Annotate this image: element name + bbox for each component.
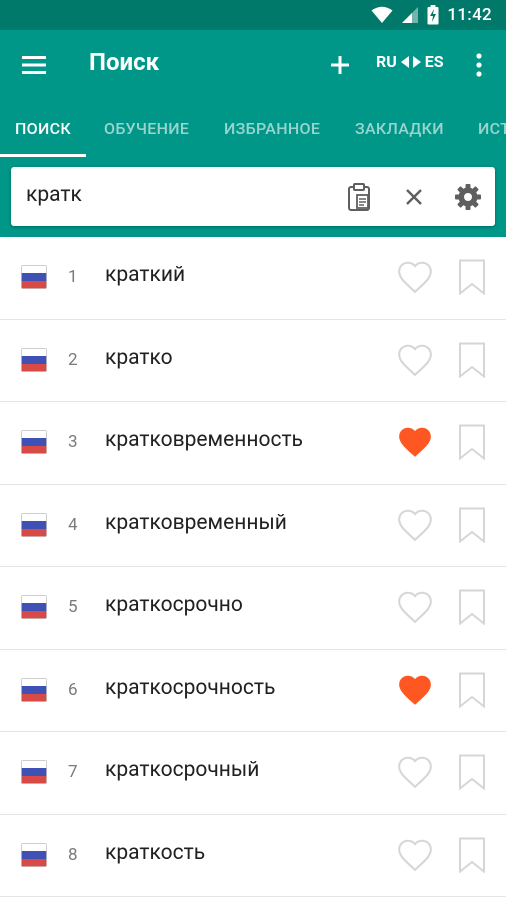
bookmark-icon[interactable]	[457, 342, 487, 378]
search-input[interactable]: кратк	[26, 183, 82, 207]
result-word: кратковременный	[105, 510, 287, 535]
tab-learning[interactable]: ОБУЧЕНИЕ	[104, 119, 189, 138]
bookmark-icon[interactable]	[457, 259, 487, 295]
paste-button[interactable]	[344, 182, 374, 212]
russian-flag-icon	[21, 347, 47, 372]
favorite-heart-icon[interactable]	[395, 258, 435, 296]
result-word: кратко	[105, 345, 173, 370]
favorite-heart-icon-active[interactable]	[395, 671, 435, 709]
result-index: 5	[68, 597, 78, 617]
page-title: Поиск	[89, 48, 160, 76]
bookmark-icon[interactable]	[457, 589, 487, 625]
clipboard-icon	[348, 183, 370, 211]
list-item[interactable]: 6 краткосрочность	[0, 650, 506, 732]
list-item[interactable]: 2 кратко	[0, 320, 506, 402]
search-area: кратк	[0, 157, 506, 237]
overflow-menu-button[interactable]	[468, 50, 490, 80]
menu-button[interactable]	[17, 51, 51, 79]
russian-flag-icon	[21, 512, 47, 537]
gear-icon	[455, 184, 481, 210]
settings-button[interactable]	[453, 182, 483, 212]
result-index: 1	[68, 267, 78, 287]
favorite-heart-icon[interactable]	[395, 836, 435, 874]
result-word: кратковременность	[105, 428, 303, 452]
results-list: 1 краткий 2 кратко 3 кратковременность 4…	[0, 237, 506, 897]
result-index: 7	[68, 762, 78, 782]
tab-favorites[interactable]: ИЗБРАННОЕ	[224, 119, 320, 138]
clear-search-button[interactable]	[399, 182, 429, 212]
tab-search[interactable]: ПОИСК	[15, 119, 71, 138]
result-word: краткосрочно	[105, 593, 243, 617]
result-word: краткий	[105, 263, 186, 287]
russian-flag-icon	[21, 595, 47, 619]
list-item[interactable]: 4 кратковременный	[0, 485, 506, 567]
result-word: краткосрочный	[105, 758, 260, 782]
bookmark-icon[interactable]	[457, 672, 487, 708]
search-box: кратк	[11, 167, 495, 226]
add-button[interactable]	[325, 50, 355, 80]
list-item[interactable]: 3 кратковременность	[0, 402, 506, 485]
wifi-icon	[371, 6, 393, 23]
russian-flag-icon	[21, 842, 47, 867]
result-index: 3	[68, 432, 78, 452]
result-word: краткость	[105, 840, 206, 865]
tab-history[interactable]: ИСТ	[478, 119, 506, 138]
hamburger-menu-icon	[22, 56, 46, 74]
target-language-label: ES	[424, 52, 444, 71]
cell-signal-icon	[402, 7, 419, 23]
swap-arrows-icon	[400, 55, 421, 68]
favorite-heart-icon[interactable]	[395, 588, 435, 626]
more-vert-icon	[476, 53, 482, 77]
russian-flag-icon	[21, 265, 47, 289]
russian-flag-icon	[21, 760, 47, 784]
bookmark-icon[interactable]	[457, 424, 487, 460]
favorite-heart-icon[interactable]	[395, 341, 435, 379]
result-index: 4	[68, 514, 78, 535]
result-index: 8	[68, 844, 78, 865]
list-item[interactable]: 1 краткий	[0, 237, 506, 320]
list-item[interactable]: 8 краткость	[0, 815, 506, 897]
favorite-heart-icon-active[interactable]	[395, 423, 435, 461]
source-language-label: RU	[376, 52, 397, 71]
bookmark-icon[interactable]	[457, 837, 487, 873]
list-item[interactable]: 5 краткосрочно	[0, 567, 506, 650]
status-time: 11:42	[447, 5, 492, 25]
favorite-heart-icon[interactable]	[395, 506, 435, 544]
tab-bar: ПОИСК ОБУЧЕНИЕ ИЗБРАННОЕ ЗАКЛАДКИ ИСТ	[0, 100, 506, 157]
battery-charging-icon	[427, 5, 439, 25]
bookmark-icon[interactable]	[457, 507, 487, 543]
language-switch-button[interactable]: RU ES	[376, 52, 444, 71]
list-item[interactable]: 7 краткосрочный	[0, 732, 506, 815]
russian-flag-icon	[21, 677, 47, 702]
app-bar: Поиск RU ES	[0, 30, 506, 100]
result-index: 2	[68, 349, 78, 370]
russian-flag-icon	[21, 430, 47, 454]
close-icon	[406, 189, 422, 205]
tab-bookmarks[interactable]: ЗАКЛАДКИ	[355, 119, 444, 138]
plus-icon	[331, 56, 349, 74]
result-word: краткосрочность	[105, 675, 276, 700]
favorite-heart-icon[interactable]	[395, 753, 435, 791]
result-index: 6	[68, 679, 78, 700]
bookmark-icon[interactable]	[457, 754, 487, 790]
status-bar: 11:42	[0, 0, 506, 30]
